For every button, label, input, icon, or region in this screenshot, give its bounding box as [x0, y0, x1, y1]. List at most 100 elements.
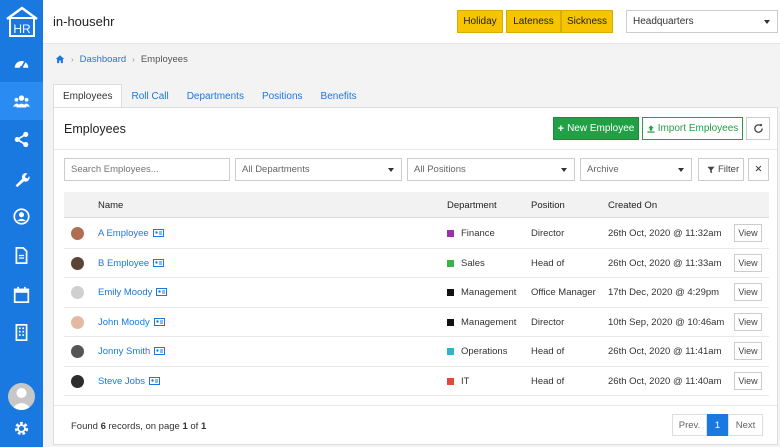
funnel-icon — [707, 166, 715, 173]
lateness-button[interactable]: Lateness — [506, 10, 561, 33]
close-icon: ✕ — [754, 164, 763, 175]
created-on-cell: 26th Oct, 2020 @ 11:33am — [608, 257, 722, 269]
employee-name-link[interactable]: Jonny Smith — [98, 346, 166, 357]
pagination-next[interactable]: Next — [728, 414, 763, 436]
table-row: John Moody Management Director 10th Sep,… — [64, 308, 769, 337]
view-button[interactable]: View — [734, 283, 762, 301]
new-employee-button[interactable]: + New Employee — [553, 117, 639, 140]
department-color-swatch — [447, 230, 454, 237]
created-on-cell: 26th Oct, 2020 @ 11:32am — [608, 228, 722, 239]
view-button[interactable]: View — [734, 253, 762, 272]
breadcrumb-separator: › — [132, 54, 135, 64]
position-cell: Director — [531, 228, 565, 239]
user-circle-icon — [13, 207, 30, 225]
search-input[interactable] — [64, 158, 230, 181]
position-cell: Head of — [531, 375, 565, 387]
employee-name-link[interactable]: B Employee — [98, 258, 165, 269]
created-on-cell: 17th Dec, 2020 @ 4:29pm — [608, 287, 720, 298]
clear-filters-button[interactable]: ✕ — [748, 158, 769, 181]
department-cell: Operations — [461, 346, 508, 357]
department-cell: Management — [461, 316, 517, 328]
pagination-prev[interactable]: Prev. — [672, 414, 707, 436]
employee-avatar — [71, 256, 84, 270]
view-button[interactable]: View — [734, 371, 762, 390]
breadcrumb: › Dashboard › Employees — [55, 53, 188, 65]
chevron-down-icon — [678, 168, 684, 172]
users-icon — [13, 94, 30, 107]
tab-benefits[interactable]: Benefits — [312, 84, 366, 108]
holiday-button[interactable]: Holiday — [457, 10, 503, 33]
table-header: Name Department Position Created On — [64, 192, 769, 218]
view-button[interactable]: View — [734, 312, 762, 331]
user-avatar[interactable] — [8, 383, 35, 410]
created-on-cell: 26th Oct, 2020 @ 11:41am — [608, 346, 722, 357]
pagination-page-1[interactable]: 1 — [707, 414, 728, 436]
archive-value: Archive — [587, 164, 619, 175]
id-card-icon — [153, 258, 165, 267]
sidebar: HR — [0, 0, 43, 447]
positions-select[interactable]: All Positions — [407, 158, 575, 181]
sidebar-item-company[interactable] — [0, 313, 43, 351]
department-color-swatch — [447, 377, 454, 385]
import-employees-button[interactable]: Import Employees — [642, 117, 743, 140]
chevron-down-icon — [561, 168, 567, 172]
employee-name-link[interactable]: Steve Jobs — [98, 376, 160, 387]
column-header-created-on[interactable]: Created On — [608, 200, 657, 211]
gear-icon — [14, 421, 29, 435]
divider — [54, 405, 777, 406]
tab-roll-call[interactable]: Roll Call — [122, 84, 177, 108]
logo-text: HR — [13, 22, 31, 36]
view-button[interactable]: View — [734, 342, 762, 360]
upload-icon — [647, 124, 655, 133]
location-select[interactable]: Headquarters — [626, 10, 778, 33]
column-header-name[interactable]: Name — [98, 200, 123, 211]
home-icon[interactable] — [55, 54, 65, 64]
filter-button[interactable]: Filter — [698, 158, 744, 181]
department-cell: Finance — [461, 228, 495, 239]
filter-label: Filter — [718, 164, 740, 175]
employee-name-link[interactable]: Emily Moody — [98, 287, 168, 298]
sidebar-item-tools[interactable] — [0, 160, 43, 198]
department-color-swatch — [447, 259, 454, 267]
sidebar-item-share[interactable] — [0, 120, 43, 158]
department-cell: IT — [461, 375, 470, 387]
import-employees-label: Import Employees — [657, 123, 739, 134]
share-icon — [14, 131, 29, 147]
position-cell: Director — [531, 316, 565, 328]
location-value: Headquarters — [633, 16, 694, 27]
app-title: in-househr — [53, 14, 115, 29]
panel-title: Employees — [64, 122, 126, 136]
table-row: Jonny Smith Operations Head of 26th Oct,… — [64, 337, 769, 367]
department-cell: Management — [461, 287, 517, 298]
view-button[interactable]: View — [734, 224, 762, 242]
column-header-department[interactable]: Department — [447, 200, 497, 211]
column-header-position[interactable]: Position — [531, 200, 565, 211]
table-row: A Employee Finance Director 26th Oct, 20… — [64, 219, 769, 249]
tab-employees[interactable]: Employees — [53, 84, 123, 108]
new-employee-label: New Employee — [567, 123, 635, 134]
sidebar-item-dashboard[interactable] — [0, 44, 43, 82]
id-card-icon — [149, 376, 160, 385]
sidebar-item-calendar[interactable] — [0, 275, 43, 313]
breadcrumb-dashboard[interactable]: Dashboard — [80, 54, 126, 65]
employee-name-link[interactable]: A Employee — [98, 228, 164, 239]
chevron-down-icon — [388, 168, 394, 172]
departments-select[interactable]: All Departments — [235, 158, 402, 181]
wrench-icon — [15, 172, 30, 187]
sickness-button[interactable]: Sickness — [561, 10, 613, 33]
employee-name-link[interactable]: John Moody — [98, 317, 165, 328]
sidebar-item-employees[interactable] — [0, 82, 43, 120]
tab-departments[interactable]: Departments — [178, 84, 253, 108]
refresh-button[interactable] — [746, 117, 770, 140]
position-cell: Office Manager — [531, 287, 596, 298]
tab-positions[interactable]: Positions — [253, 84, 312, 108]
employee-avatar — [71, 227, 84, 240]
hr-logo[interactable]: HR — [4, 5, 40, 38]
archive-select[interactable]: Archive — [580, 158, 692, 181]
sidebar-item-documents[interactable] — [0, 236, 43, 274]
id-card-icon — [156, 288, 168, 297]
sidebar-item-settings[interactable] — [0, 410, 43, 446]
employee-avatar — [71, 345, 84, 358]
sidebar-item-profile[interactable] — [0, 197, 43, 235]
department-color-swatch — [447, 289, 454, 296]
